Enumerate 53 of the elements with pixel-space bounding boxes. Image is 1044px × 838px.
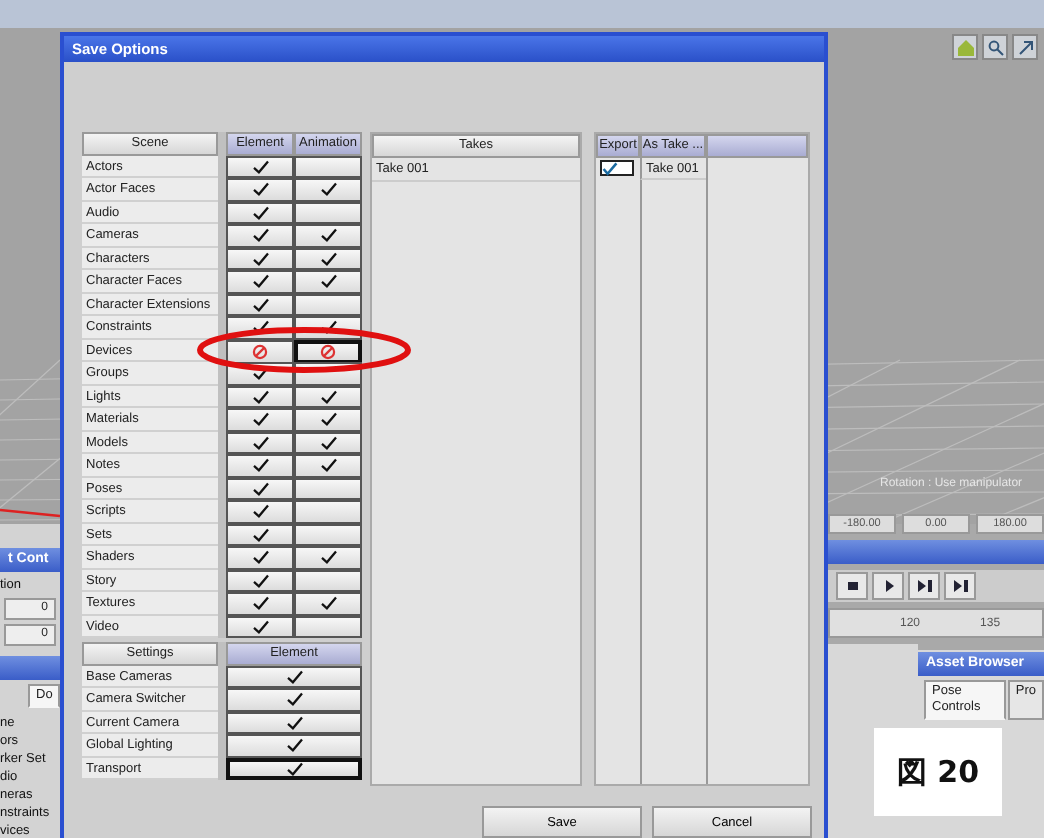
toggle-cell[interactable] [226,569,294,592]
toggle-cell[interactable] [226,734,362,757]
toggle-cell[interactable] [226,408,294,431]
toggle-cell[interactable] [226,270,294,293]
toggle-cell[interactable] [294,500,362,523]
toggle-cell[interactable] [226,546,294,569]
toggle-cell[interactable] [294,385,362,408]
toggle-cell[interactable] [226,431,294,454]
step-forward-icon[interactable] [908,572,940,600]
toggle-cell[interactable] [226,711,362,734]
play-icon[interactable] [872,572,904,600]
check-icon [319,182,337,197]
toggle-cell[interactable] [226,592,294,615]
no-entry-icon [320,343,336,359]
toggle-cell[interactable] [226,500,294,523]
toggle-cell[interactable] [294,408,362,431]
toggle-cell[interactable] [294,224,362,247]
toggle-cell[interactable] [294,270,362,293]
toggle-cell[interactable] [226,615,294,638]
toggle-cell[interactable] [226,247,294,270]
check-icon [319,550,337,565]
toggle-cell[interactable] [226,224,294,247]
export-checkbox[interactable] [600,160,634,176]
stop-icon[interactable] [836,572,868,600]
no-entry-icon [252,343,268,359]
toggle-cell[interactable] [226,665,362,688]
toggle-cell[interactable] [294,546,362,569]
toggle-cell[interactable] [294,431,362,454]
toggle-cell[interactable] [226,178,294,201]
toggle-cell[interactable] [226,477,294,500]
toggle-cell[interactable] [226,155,294,178]
toggle-cell[interactable] [294,523,362,546]
toggle-cell[interactable] [226,688,362,711]
toggle-cell[interactable] [226,385,294,408]
toggle-cell[interactable] [226,523,294,546]
toggle-cell[interactable] [294,155,362,178]
toggle-cell[interactable] [226,201,294,224]
figure-label: 図 20 [874,728,1002,816]
toggle-cell[interactable] [294,201,362,224]
check-icon [319,596,337,611]
toggle-cell[interactable] [294,615,362,638]
panel-title-bar [0,656,60,680]
toggle-cell[interactable] [294,178,362,201]
toggle-cell[interactable] [226,757,362,780]
toggle-cell[interactable] [294,293,362,316]
toggle-cell[interactable] [226,293,294,316]
search-icon[interactable] [982,34,1008,60]
toggle-cell[interactable] [294,247,362,270]
toggle-cell[interactable] [294,592,362,615]
toggle-cell[interactable] [294,454,362,477]
toggle-cell[interactable] [294,569,362,592]
toggle-cell[interactable] [226,454,294,477]
toggle-cell[interactable] [294,477,362,500]
